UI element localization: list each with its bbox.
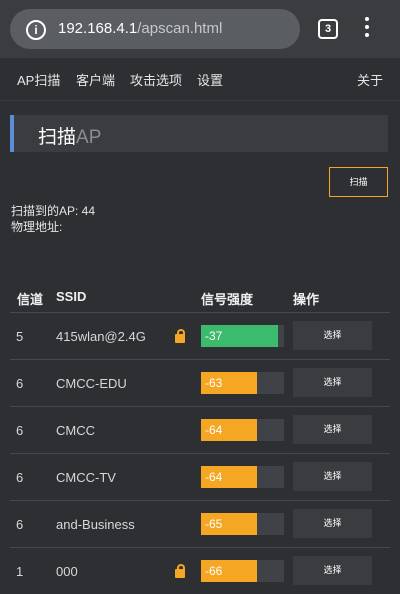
ap-count: 扫描到的AP: 44 <box>11 204 96 218</box>
channel-cell: 5 <box>16 329 24 344</box>
select-button[interactable]: 选择 <box>293 462 372 491</box>
select-button[interactable]: 选择 <box>293 368 372 397</box>
scan-button[interactable]: 扫描 <box>329 167 388 197</box>
url-path: /apscan.html <box>137 20 223 37</box>
signal-bar-fill: -65 <box>201 513 257 535</box>
nav-attack[interactable]: 攻击选项 <box>130 70 182 89</box>
signal-bar: -65 <box>201 513 284 535</box>
ssid-cell: CMCC <box>56 423 95 438</box>
top-navigation: AP扫描 客户端 攻击选项 设置 关于 <box>0 58 400 100</box>
column-channel: 信道 <box>17 292 44 307</box>
table-row: 5 415wlan@2.4G -37 选择 <box>10 312 390 359</box>
signal-bar: -64 <box>201 466 284 488</box>
table-row: 6 CMCC-EDU -63 选择 <box>10 359 390 406</box>
table-row: 6 CMCC -64 选择 <box>10 406 390 453</box>
signal-bar: -63 <box>201 372 284 394</box>
channel-cell: 6 <box>16 470 24 485</box>
url-text[interactable]: 192.168.4.1/apscan.html <box>58 20 222 37</box>
browser-toolbar: i 192.168.4.1/apscan.html 3 <box>0 0 400 58</box>
address-bar[interactable]: i 192.168.4.1/apscan.html <box>10 9 300 49</box>
select-button[interactable]: 选择 <box>293 509 372 538</box>
channel-cell: 6 <box>16 376 24 391</box>
signal-bar-fill: -63 <box>201 372 257 394</box>
page-title-box: 扫描AP <box>10 115 388 152</box>
page-title-main: 扫描 <box>38 127 77 148</box>
page-title-sub: AP <box>76 127 102 148</box>
lock-icon <box>175 564 185 578</box>
column-signal: 信号强度 <box>201 292 254 307</box>
channel-cell: 6 <box>16 517 24 532</box>
table-row: 6 and-Business -65 选择 <box>10 500 390 547</box>
ssid-cell: CMCC-EDU <box>56 376 127 391</box>
mac-address-label: 物理地址: <box>11 220 63 234</box>
nav-settings[interactable]: 设置 <box>197 70 223 89</box>
url-host: 192.168.4.1 <box>58 20 138 37</box>
more-menu-icon[interactable] <box>361 14 373 42</box>
signal-bar-fill: -37 <box>201 325 278 347</box>
column-action: 操作 <box>293 292 320 307</box>
signal-bar: -66 <box>201 560 284 582</box>
table-row: 6 CMCC-TV -64 选择 <box>10 453 390 500</box>
signal-bar-fill: -64 <box>201 419 257 441</box>
ssid-cell: and-Business <box>56 517 135 532</box>
nav-about[interactable]: 关于 <box>357 70 383 89</box>
nav-clients[interactable]: 客户端 <box>76 70 115 89</box>
nav-divider <box>0 100 400 101</box>
nav-ap-scan[interactable]: AP扫描 <box>17 70 60 89</box>
lock-icon <box>175 329 185 343</box>
select-button[interactable]: 选择 <box>293 415 372 444</box>
signal-bar: -64 <box>201 419 284 441</box>
ssid-cell: CMCC-TV <box>56 470 116 485</box>
ssid-cell: 000 <box>56 564 78 579</box>
select-button[interactable]: 选择 <box>293 321 372 350</box>
signal-bar: -37 <box>201 325 284 347</box>
signal-bar-fill: -64 <box>201 466 257 488</box>
signal-bar-fill: -66 <box>201 560 257 582</box>
column-ssid: SSID <box>56 289 87 304</box>
tab-count-button[interactable]: 3 <box>318 19 338 39</box>
info-icon[interactable]: i <box>26 20 46 40</box>
page-title: 扫描AP <box>38 122 101 149</box>
channel-cell: 6 <box>16 423 24 438</box>
ssid-cell: 415wlan@2.4G <box>56 329 146 344</box>
channel-cell: 1 <box>16 564 24 579</box>
select-button[interactable]: 选择 <box>293 556 372 585</box>
table-row: 1 000 -66 选择 <box>10 547 390 594</box>
